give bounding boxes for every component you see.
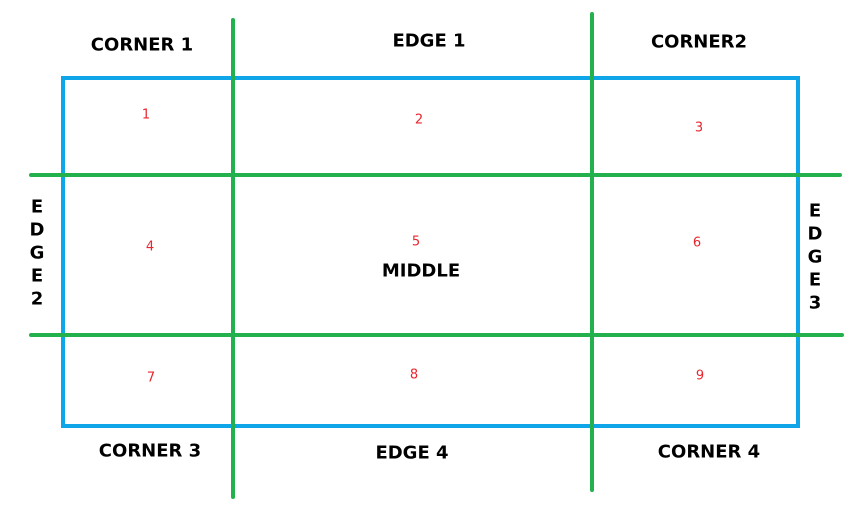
vertical-label-char: G bbox=[29, 242, 45, 264]
vertical-label-char: 2 bbox=[30, 288, 44, 310]
vertical-label-char: E bbox=[30, 265, 44, 287]
cell-number-2: 2 bbox=[414, 112, 424, 128]
cell-number-6: 6 bbox=[692, 235, 702, 251]
vertical-label-char: 3 bbox=[808, 292, 822, 314]
label-edge-1: EDGE 1 bbox=[392, 30, 466, 52]
grid-diagram bbox=[29, 12, 844, 499]
vertical-label-char: D bbox=[29, 219, 45, 241]
cell-number-4: 4 bbox=[145, 239, 155, 255]
label-corner-1: CORNER 1 bbox=[90, 34, 194, 56]
label-edge-2: EDGE2 bbox=[27, 196, 47, 311]
vertical-label-char: E bbox=[808, 200, 822, 222]
outer-border bbox=[61, 76, 800, 428]
cell-number-8: 8 bbox=[409, 367, 419, 383]
cell-number-3: 3 bbox=[694, 120, 704, 136]
label-edge-4: EDGE 4 bbox=[375, 442, 449, 464]
vertical-label-char: G bbox=[807, 246, 823, 268]
vertical-label-char: E bbox=[808, 269, 822, 291]
cell-number-9: 9 bbox=[695, 368, 705, 384]
vertical-label-char: E bbox=[30, 196, 44, 218]
label-edge-3: EDGE3 bbox=[805, 200, 825, 315]
label-corner-3: CORNER 3 bbox=[98, 440, 202, 462]
label-middle: MIDDLE bbox=[381, 260, 461, 282]
label-corner-2: CORNER2 bbox=[650, 31, 748, 53]
label-corner-4: CORNER 4 bbox=[657, 441, 761, 463]
cell-number-1: 1 bbox=[141, 107, 151, 123]
cell-number-5: 5 bbox=[411, 234, 421, 250]
vertical-label-char: D bbox=[807, 223, 823, 245]
cell-number-7: 7 bbox=[146, 370, 156, 386]
